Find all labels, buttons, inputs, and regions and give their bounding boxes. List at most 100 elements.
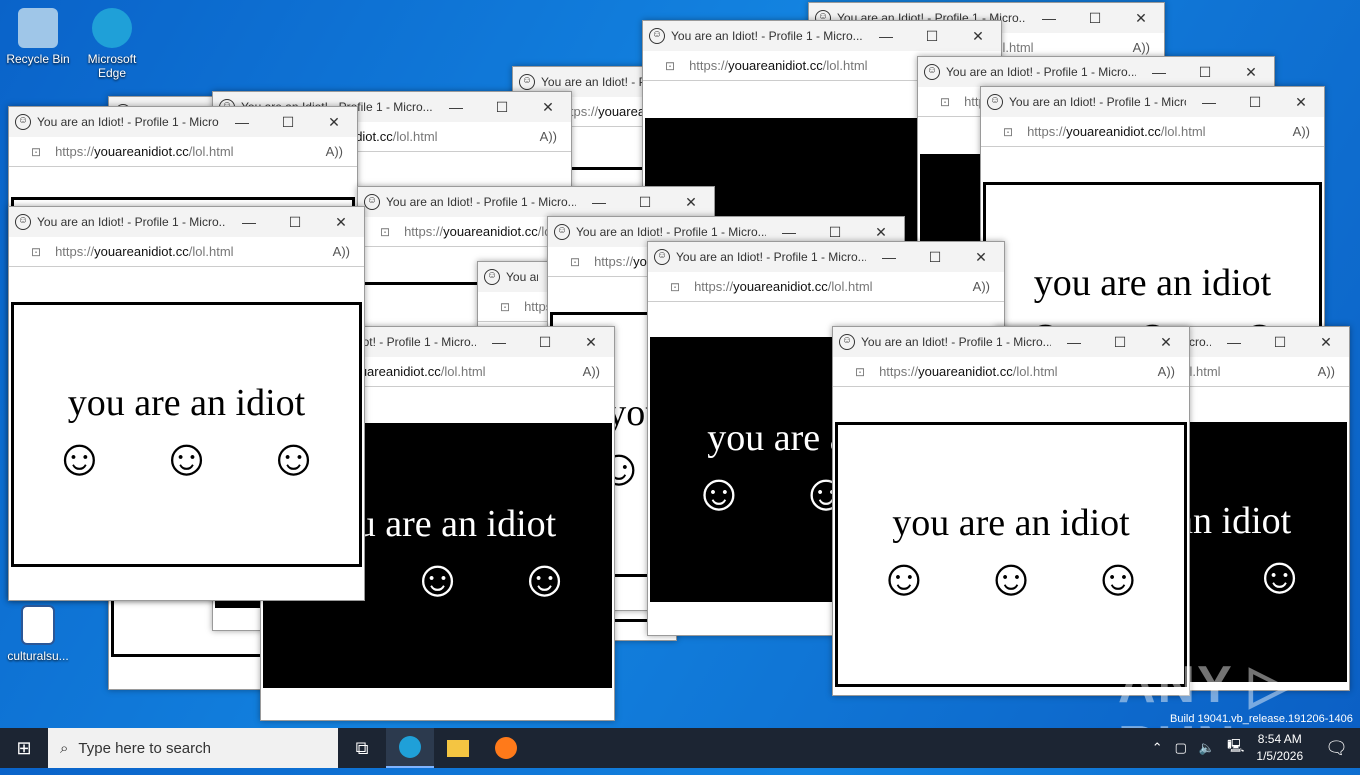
meet-icon[interactable]: ▢ — [1175, 740, 1187, 756]
minimize-button[interactable]: — — [476, 334, 522, 350]
url-text[interactable]: https://youareanidiot.cc/lol.html — [55, 144, 326, 159]
url-text[interactable]: https://youareanidiot.cc/lol.html — [879, 364, 1158, 379]
address-bar[interactable]: ⊡ https://youareanidiot.cc/lol.htmlA)) — [9, 237, 364, 267]
desktop-icon-edge[interactable]: Microsoft Edge — [74, 8, 150, 80]
maximize-button[interactable]: ☐ — [812, 224, 858, 241]
close-button[interactable]: ✕ — [318, 214, 364, 231]
minimize-button[interactable]: — — [219, 114, 265, 130]
title-bar[interactable]: ☺ You are an Idiot! - Profile 1 - Micro..… — [918, 57, 1274, 87]
chevron-up-icon[interactable]: ⌃ — [1152, 740, 1163, 756]
close-button[interactable]: ✕ — [525, 99, 571, 116]
title-bar[interactable]: ☺ You are an Idiot! - Profile 1 - Micro..… — [648, 242, 1004, 272]
close-button[interactable]: ✕ — [311, 114, 357, 131]
title-bar[interactable]: ☺ You are an Idiot! - Profile 1 - Micro..… — [643, 21, 1001, 51]
minimize-button[interactable]: — — [1026, 10, 1072, 26]
smiley-favicon-icon: ☺ — [15, 114, 31, 130]
read-aloud-icon[interactable]: A)) — [1318, 364, 1335, 379]
minimize-button[interactable]: — — [433, 99, 479, 115]
maximize-button[interactable]: ☐ — [909, 28, 955, 45]
clock[interactable]: 8:54 AM 1/5/2026 — [1256, 731, 1303, 765]
url-text[interactable]: https://youareanidiot.cc/lol.html — [55, 244, 333, 259]
minimize-button[interactable]: — — [1211, 334, 1257, 350]
lock-icon: ⊡ — [940, 94, 951, 109]
network-icon[interactable]: 🖳 — [1227, 737, 1244, 759]
minimize-button[interactable]: — — [576, 194, 622, 210]
close-button[interactable]: ✕ — [955, 28, 1001, 45]
minimize-button[interactable]: — — [1051, 334, 1097, 350]
title-bar[interactable]: ☺ You are an Idiot! - Profile 1 - Micro..… — [358, 187, 714, 217]
title-bar[interactable]: ☺ You are an Idiot! - Profile 1 - Micro..… — [833, 327, 1189, 357]
address-bar[interactable]: ⊡ https://youareanidiot.cc/lol.htmlA)) — [648, 272, 1004, 302]
maximize-button[interactable]: ☐ — [912, 249, 958, 266]
title-bar[interactable]: ☺ You are an Idiot! - Profile 1 - Micro..… — [9, 207, 364, 237]
url-text[interactable]: https://youareanidiot.cc/lol.html — [694, 279, 973, 294]
read-aloud-icon[interactable]: A)) — [326, 144, 343, 159]
smiley-icon: ☺ — [518, 551, 572, 608]
close-button[interactable]: ✕ — [858, 224, 904, 241]
desktop-icon-word-doc[interactable]: culturalsu... — [0, 605, 76, 663]
read-aloud-icon[interactable]: A)) — [1158, 364, 1175, 379]
maximize-button[interactable]: ☐ — [1232, 94, 1278, 111]
read-aloud-icon[interactable]: A)) — [1293, 124, 1310, 139]
lock-icon: ⊡ — [31, 244, 42, 259]
lock-icon: ⊡ — [855, 364, 866, 379]
edge-taskbar-icon[interactable] — [386, 728, 434, 768]
read-aloud-icon[interactable]: A)) — [973, 279, 990, 294]
lock-icon: ⊡ — [570, 254, 581, 269]
close-button[interactable]: ✕ — [1278, 94, 1324, 111]
firefox-icon[interactable] — [482, 728, 530, 768]
close-button[interactable]: ✕ — [1118, 10, 1164, 27]
minimize-button[interactable]: — — [1186, 94, 1232, 110]
maximize-button[interactable]: ☐ — [1257, 334, 1303, 351]
task-view-icon[interactable]: ⧉ — [338, 728, 386, 768]
minimize-button[interactable]: — — [866, 249, 912, 265]
maximize-button[interactable]: ☐ — [1072, 10, 1118, 27]
volume-icon[interactable]: 🔈 — [1199, 740, 1215, 756]
lock-icon: ⊡ — [31, 144, 42, 159]
recycle-bin-icon — [18, 8, 58, 48]
maximize-button[interactable]: ☐ — [622, 194, 668, 211]
maximize-button[interactable]: ☐ — [479, 99, 525, 116]
maximize-button[interactable]: ☐ — [1182, 64, 1228, 81]
browser-window[interactable]: ☺ You are an Idiot! - Profile 1 - Micro..… — [832, 326, 1190, 696]
file-explorer-icon[interactable] — [434, 728, 482, 768]
minimize-button[interactable]: — — [1136, 64, 1182, 80]
close-button[interactable]: ✕ — [1303, 334, 1349, 351]
taskbar: ⊞ ⌕ Type here to search ⧉ ⌃ ▢ 🔈 🖳 8:54 AM… — [0, 728, 1360, 768]
notifications-icon[interactable]: 🗨 — [1325, 738, 1348, 759]
close-button[interactable]: ✕ — [1228, 64, 1274, 81]
window-title: You are an Idiot! - Profile 1 - Micro... — [506, 270, 538, 284]
search-box[interactable]: ⌕ Type here to search — [48, 728, 338, 768]
title-bar[interactable]: ☺ You are an Idiot! - Profile 1 - Micro..… — [9, 107, 357, 137]
lock-icon: ⊡ — [500, 299, 511, 314]
url-text[interactable]: https://youareanidiot.cc/lol.html — [1027, 124, 1293, 139]
page-content: you are an idiot ☺ ☺ ☺ — [11, 302, 362, 567]
search-icon: ⌕ — [60, 739, 69, 757]
address-bar[interactable]: ⊡ https://youareanidiot.cc/lol.htmlA)) — [981, 117, 1324, 147]
close-button[interactable]: ✕ — [568, 334, 614, 351]
close-button[interactable]: ✕ — [1143, 334, 1189, 351]
minimize-button[interactable]: — — [226, 214, 272, 230]
close-button[interactable]: ✕ — [668, 194, 714, 211]
smiley-favicon-icon: ☺ — [987, 94, 1003, 110]
read-aloud-icon[interactable]: A)) — [540, 129, 557, 144]
minimize-button[interactable]: — — [863, 28, 909, 44]
read-aloud-icon[interactable]: A)) — [583, 364, 600, 379]
window-title: You are an Idiot! - Profile 1 - Micro... — [37, 215, 226, 229]
desktop-icon-recycle-bin[interactable]: Recycle Bin — [0, 8, 76, 66]
maximize-button[interactable]: ☐ — [272, 214, 318, 231]
browser-window[interactable]: ☺ You are an Idiot! - Profile 1 - Micro..… — [8, 206, 365, 601]
smiley-favicon-icon: ☺ — [554, 224, 570, 240]
read-aloud-icon[interactable]: A)) — [1133, 40, 1150, 55]
maximize-button[interactable]: ☐ — [522, 334, 568, 351]
title-bar[interactable]: ☺ You are an Idiot! - Profile 1 - Micro..… — [981, 87, 1324, 117]
address-bar[interactable]: ⊡ https://youareanidiot.cc/lol.htmlA)) — [9, 137, 357, 167]
start-button[interactable]: ⊞ — [0, 728, 48, 768]
read-aloud-icon[interactable]: A)) — [333, 244, 350, 259]
idiot-message: you are an idiot — [67, 382, 306, 424]
address-bar[interactable]: ⊡ https://youareanidiot.cc/lol.htmlA)) — [833, 357, 1189, 387]
maximize-button[interactable]: ☐ — [1097, 334, 1143, 351]
maximize-button[interactable]: ☐ — [265, 114, 311, 131]
minimize-button[interactable]: — — [766, 224, 812, 240]
close-button[interactable]: ✕ — [958, 249, 1004, 266]
